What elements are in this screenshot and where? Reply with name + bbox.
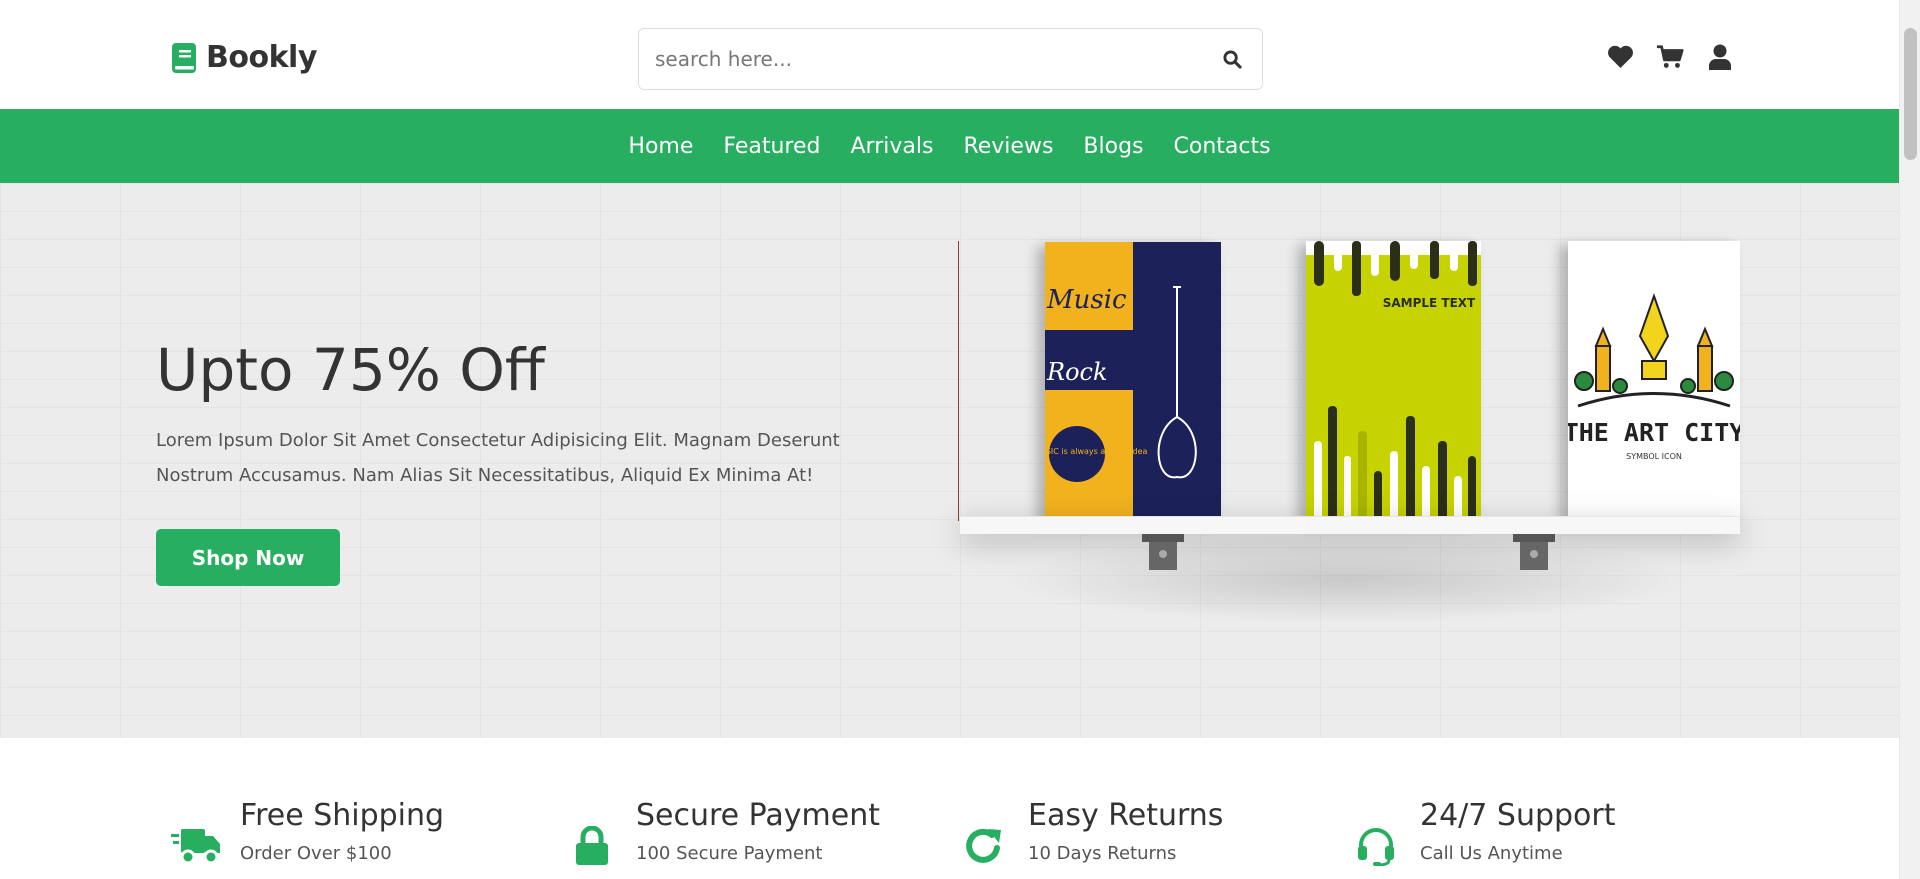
search-bar (638, 28, 1263, 90)
feature-free-shipping: Free Shipping Order Over $100 (170, 798, 444, 872)
feature-subtitle: 100 Secure Payment (636, 843, 823, 864)
user-icon[interactable] (1706, 42, 1734, 72)
feature-support: 24/7 Support Call Us Anytime (1350, 798, 1616, 872)
nav-blogs[interactable]: Blogs (1083, 134, 1143, 159)
nav-home[interactable]: Home (628, 134, 693, 159)
book-cover-music[interactable]: Music Rock Listen MUSIC is always a good… (1007, 242, 1221, 521)
nav-featured[interactable]: Featured (723, 134, 820, 159)
header: Bookly (0, 0, 1899, 109)
page-scrollbar[interactable] (1899, 0, 1920, 879)
nav-arrivals[interactable]: Arrivals (851, 134, 934, 159)
book-art-title: THE ART CITY (1568, 418, 1740, 447)
header-actions (1606, 42, 1734, 72)
logo[interactable]: Bookly (170, 40, 317, 75)
feature-title: Easy Returns (1028, 798, 1224, 833)
feature-title: 24/7 Support (1420, 798, 1616, 833)
page: Bookly Home Featured Arrivals Reviews Bl… (0, 0, 1899, 879)
cart-icon[interactable] (1656, 42, 1684, 72)
search-icon[interactable] (1202, 29, 1262, 89)
feature-subtitle: Order Over $100 (240, 843, 392, 864)
nav-reviews[interactable]: Reviews (963, 134, 1053, 159)
hero-section: Upto 75% Off Lorem Ipsum Dolor Sit Amet … (0, 183, 1899, 738)
features-section: Free Shipping Order Over $100 Secure Pay… (0, 738, 1899, 879)
shelf-edge (958, 241, 959, 521)
shop-now-button[interactable]: Shop Now (156, 529, 340, 586)
shelf-bracket-left (1142, 534, 1184, 572)
shelf-shadow (998, 534, 1698, 624)
heart-icon[interactable] (1606, 42, 1634, 72)
feature-easy-returns: Easy Returns 10 Days Returns (958, 798, 1223, 872)
hero-title: Upto 75% Off (156, 336, 545, 404)
search-input[interactable] (639, 29, 1202, 89)
book-music-word: Music (1046, 285, 1127, 315)
feature-secure-payment: Secure Payment 100 Secure Payment (566, 798, 880, 872)
brand-name: Bookly (206, 40, 317, 75)
headset-icon (1350, 820, 1402, 872)
shelf-board (960, 516, 1740, 534)
book-cover-art-city[interactable]: THE ART CITY SYMBOL ICON (1564, 241, 1744, 522)
hero-text: Lorem Ipsum Dolor Sit Amet Consectetur A… (156, 430, 840, 486)
lock-icon (566, 820, 618, 872)
book-rock-word: Rock (1046, 358, 1108, 386)
main-nav: Home Featured Arrivals Reviews Blogs Con… (0, 109, 1899, 183)
redo-icon (958, 820, 1010, 872)
shelf-bracket-right (1513, 534, 1555, 572)
book-art-subtitle: SYMBOL ICON (1626, 452, 1682, 461)
bookshelf-illustration: Music Rock Listen MUSIC is always a good… (958, 241, 1748, 624)
feature-subtitle: 10 Days Returns (1028, 843, 1177, 864)
nav-contacts[interactable]: Contacts (1174, 134, 1271, 159)
book-sample-text: SAMPLE TEXT (1383, 296, 1476, 310)
feature-title: Free Shipping (240, 798, 445, 833)
book-icon (172, 42, 196, 73)
scrollbar-thumb[interactable] (1904, 28, 1917, 160)
book-cover-sample[interactable]: SAMPLE TEXT (1306, 241, 1481, 522)
truck-icon (170, 820, 222, 872)
feature-subtitle: Call Us Anytime (1420, 843, 1563, 864)
feature-title: Secure Payment (636, 798, 881, 833)
book-badge-text: Listen MUSIC is always a good idea (1045, 447, 1148, 456)
